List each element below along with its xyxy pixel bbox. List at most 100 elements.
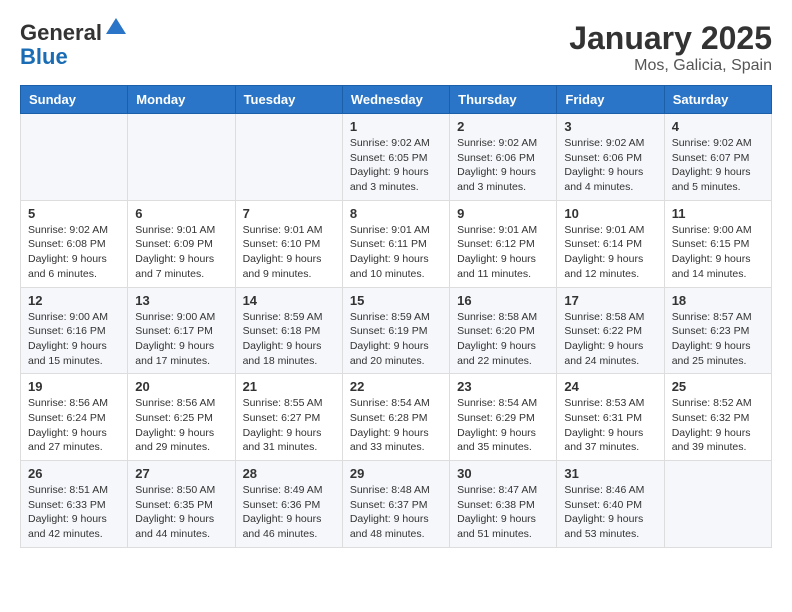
- calendar-week-row: 26 Sunrise: 8:51 AMSunset: 6:33 PMDayligh…: [21, 461, 772, 548]
- day-number: 8: [350, 206, 442, 221]
- logo-blue: Blue: [20, 44, 68, 69]
- day-info: Sunrise: 8:58 AMSunset: 6:22 PMDaylight:…: [564, 310, 656, 369]
- calendar-day-26: 26 Sunrise: 8:51 AMSunset: 6:33 PMDayligh…: [21, 461, 128, 548]
- day-number: 10: [564, 206, 656, 221]
- day-info: Sunrise: 8:55 AMSunset: 6:27 PMDaylight:…: [243, 396, 335, 455]
- calendar-day-20: 20 Sunrise: 8:56 AMSunset: 6:25 PMDayligh…: [128, 374, 235, 461]
- day-info: Sunrise: 8:49 AMSunset: 6:36 PMDaylight:…: [243, 483, 335, 542]
- day-info: Sunrise: 8:56 AMSunset: 6:24 PMDaylight:…: [28, 396, 120, 455]
- day-number: 13: [135, 293, 227, 308]
- calendar-day-3: 3 Sunrise: 9:02 AMSunset: 6:06 PMDaylight…: [557, 114, 664, 201]
- day-number: 19: [28, 379, 120, 394]
- day-info: Sunrise: 9:00 AMSunset: 6:16 PMDaylight:…: [28, 310, 120, 369]
- calendar-day-1: 1 Sunrise: 9:02 AMSunset: 6:05 PMDaylight…: [342, 114, 449, 201]
- day-info: Sunrise: 9:02 AMSunset: 6:05 PMDaylight:…: [350, 136, 442, 195]
- calendar-table: SundayMondayTuesdayWednesdayThursdayFrid…: [20, 85, 772, 548]
- day-info: Sunrise: 8:57 AMSunset: 6:23 PMDaylight:…: [672, 310, 764, 369]
- calendar-subtitle: Mos, Galicia, Spain: [569, 57, 772, 75]
- calendar-day-21: 21Sunrise: 8:55 AMSunset: 6:27 PMDayligh…: [235, 374, 342, 461]
- calendar-week-row: 5 Sunrise: 9:02 AMSunset: 6:08 PMDaylight…: [21, 200, 772, 287]
- calendar-day-27: 27 Sunrise: 8:50 AMSunset: 6:35 PMDayligh…: [128, 461, 235, 548]
- day-number: 31: [564, 466, 656, 481]
- calendar-day-13: 13 Sunrise: 9:00 AMSunset: 6:17 PMDayligh…: [128, 287, 235, 374]
- day-header-saturday: Saturday: [664, 86, 771, 114]
- day-info: Sunrise: 9:00 AMSunset: 6:15 PMDaylight:…: [672, 223, 764, 282]
- day-info: Sunrise: 8:59 AMSunset: 6:18 PMDaylight:…: [243, 310, 335, 369]
- calendar-day-31: 31 Sunrise: 8:46 AMSunset: 6:40 PMDayligh…: [557, 461, 664, 548]
- calendar-day-25: 25 Sunrise: 8:52 AMSunset: 6:32 PMDayligh…: [664, 374, 771, 461]
- calendar-day-11: 11Sunrise: 9:00 AMSunset: 6:15 PMDayligh…: [664, 200, 771, 287]
- day-number: 4: [672, 119, 764, 134]
- day-number: 20: [135, 379, 227, 394]
- day-info: Sunrise: 9:02 AMSunset: 6:08 PMDaylight:…: [28, 223, 120, 282]
- day-info: Sunrise: 8:56 AMSunset: 6:25 PMDaylight:…: [135, 396, 227, 455]
- day-info: Sunrise: 9:01 AMSunset: 6:12 PMDaylight:…: [457, 223, 549, 282]
- day-info: Sunrise: 8:53 AMSunset: 6:31 PMDaylight:…: [564, 396, 656, 455]
- calendar-title: January 2025: [569, 20, 772, 57]
- day-number: 24: [564, 379, 656, 394]
- day-number: 18: [672, 293, 764, 308]
- day-info: Sunrise: 9:02 AMSunset: 6:07 PMDaylight:…: [672, 136, 764, 195]
- calendar-day-8: 8 Sunrise: 9:01 AMSunset: 6:11 PMDaylight…: [342, 200, 449, 287]
- day-number: 16: [457, 293, 549, 308]
- day-number: 2: [457, 119, 549, 134]
- day-info: Sunrise: 8:48 AMSunset: 6:37 PMDaylight:…: [350, 483, 442, 542]
- calendar-day-4: 4 Sunrise: 9:02 AMSunset: 6:07 PMDaylight…: [664, 114, 771, 201]
- day-header-thursday: Thursday: [450, 86, 557, 114]
- day-info: Sunrise: 9:01 AMSunset: 6:14 PMDaylight:…: [564, 223, 656, 282]
- logo-general: General: [20, 20, 102, 45]
- day-number: 25: [672, 379, 764, 394]
- day-number: 7: [243, 206, 335, 221]
- page-header: General Blue January 2025 Mos, Galicia, …: [20, 20, 772, 75]
- calendar-day-30: 30Sunrise: 8:47 AMSunset: 6:38 PMDayligh…: [450, 461, 557, 548]
- calendar-day-6: 6Sunrise: 9:01 AMSunset: 6:09 PMDaylight…: [128, 200, 235, 287]
- day-info: Sunrise: 8:52 AMSunset: 6:32 PMDaylight:…: [672, 396, 764, 455]
- calendar-week-row: 12 Sunrise: 9:00 AMSunset: 6:16 PMDayligh…: [21, 287, 772, 374]
- calendar-day-24: 24 Sunrise: 8:53 AMSunset: 6:31 PMDayligh…: [557, 374, 664, 461]
- day-info: Sunrise: 9:00 AMSunset: 6:17 PMDaylight:…: [135, 310, 227, 369]
- calendar-header-row: SundayMondayTuesdayWednesdayThursdayFrid…: [21, 86, 772, 114]
- day-number: 3: [564, 119, 656, 134]
- calendar-week-row: 19 Sunrise: 8:56 AMSunset: 6:24 PMDayligh…: [21, 374, 772, 461]
- title-block: January 2025 Mos, Galicia, Spain: [569, 20, 772, 75]
- day-header-sunday: Sunday: [21, 86, 128, 114]
- day-info: Sunrise: 8:58 AMSunset: 6:20 PMDaylight:…: [457, 310, 549, 369]
- calendar-day-2: 2 Sunrise: 9:02 AMSunset: 6:06 PMDaylight…: [450, 114, 557, 201]
- calendar-day-29: 29Sunrise: 8:48 AMSunset: 6:37 PMDayligh…: [342, 461, 449, 548]
- calendar-day-17: 17 Sunrise: 8:58 AMSunset: 6:22 PMDayligh…: [557, 287, 664, 374]
- logo-icon: [104, 16, 128, 40]
- day-number: 15: [350, 293, 442, 308]
- day-info: Sunrise: 8:51 AMSunset: 6:33 PMDaylight:…: [28, 483, 120, 542]
- day-info: Sunrise: 8:54 AMSunset: 6:29 PMDaylight:…: [457, 396, 549, 455]
- day-header-monday: Monday: [128, 86, 235, 114]
- day-info: Sunrise: 9:02 AMSunset: 6:06 PMDaylight:…: [457, 136, 549, 195]
- calendar-day-14: 14 Sunrise: 8:59 AMSunset: 6:18 PMDayligh…: [235, 287, 342, 374]
- day-number: 26: [28, 466, 120, 481]
- day-number: 9: [457, 206, 549, 221]
- day-number: 27: [135, 466, 227, 481]
- day-header-tuesday: Tuesday: [235, 86, 342, 114]
- day-info: Sunrise: 9:02 AMSunset: 6:06 PMDaylight:…: [564, 136, 656, 195]
- calendar-day-18: 18 Sunrise: 8:57 AMSunset: 6:23 PMDayligh…: [664, 287, 771, 374]
- day-header-friday: Friday: [557, 86, 664, 114]
- calendar-day-28: 28Sunrise: 8:49 AMSunset: 6:36 PMDayligh…: [235, 461, 342, 548]
- calendar-day-10: 10 Sunrise: 9:01 AMSunset: 6:14 PMDayligh…: [557, 200, 664, 287]
- day-info: Sunrise: 8:50 AMSunset: 6:35 PMDaylight:…: [135, 483, 227, 542]
- calendar-day-16: 16 Sunrise: 8:58 AMSunset: 6:20 PMDayligh…: [450, 287, 557, 374]
- calendar-empty-cell: [21, 114, 128, 201]
- calendar-day-15: 15 Sunrise: 8:59 AMSunset: 6:19 PMDayligh…: [342, 287, 449, 374]
- day-info: Sunrise: 8:46 AMSunset: 6:40 PMDaylight:…: [564, 483, 656, 542]
- day-info: Sunrise: 8:59 AMSunset: 6:19 PMDaylight:…: [350, 310, 442, 369]
- day-info: Sunrise: 9:01 AMSunset: 6:10 PMDaylight:…: [243, 223, 335, 282]
- day-number: 14: [243, 293, 335, 308]
- calendar-day-9: 9 Sunrise: 9:01 AMSunset: 6:12 PMDaylight…: [450, 200, 557, 287]
- day-number: 17: [564, 293, 656, 308]
- day-info: Sunrise: 9:01 AMSunset: 6:11 PMDaylight:…: [350, 223, 442, 282]
- day-number: 12: [28, 293, 120, 308]
- calendar-day-7: 7 Sunrise: 9:01 AMSunset: 6:10 PMDaylight…: [235, 200, 342, 287]
- day-number: 5: [28, 206, 120, 221]
- calendar-day-22: 22Sunrise: 8:54 AMSunset: 6:28 PMDayligh…: [342, 374, 449, 461]
- calendar-day-19: 19 Sunrise: 8:56 AMSunset: 6:24 PMDayligh…: [21, 374, 128, 461]
- day-number: 1: [350, 119, 442, 134]
- calendar-week-row: 1 Sunrise: 9:02 AMSunset: 6:05 PMDaylight…: [21, 114, 772, 201]
